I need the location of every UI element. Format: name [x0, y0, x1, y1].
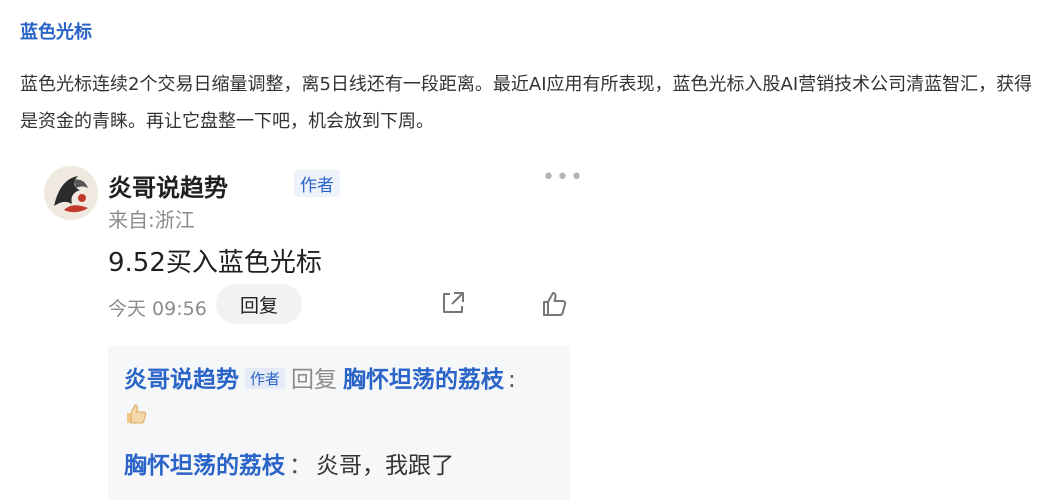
reply-user[interactable]: 胸怀坦荡的荔枝	[124, 453, 285, 479]
author-badge: 作者	[294, 170, 340, 197]
post-body: 蓝色光标连续2个交易日缩量调整，离5日线还有一段距离。最近AI应用有所表现，蓝色…	[20, 74, 1033, 132]
reply-text: 炎哥，我跟了	[316, 453, 454, 479]
reply-button[interactable]: 回复	[216, 284, 302, 324]
reply-list: 炎哥说趋势 作者 回复 胸怀坦荡的荔枝: 胸怀坦荡的荔枝：炎哥，我跟了	[108, 346, 570, 500]
reply-verb: 回复	[291, 367, 338, 393]
share-icon[interactable]	[440, 290, 466, 316]
reply-separator: ：	[289, 453, 312, 479]
more-dots-icon[interactable]: •••	[542, 167, 583, 189]
comment-time: 今天 09:56	[108, 298, 207, 320]
comment-text: 9.52买入蓝色光标	[108, 248, 322, 278]
post-page: 蓝色光标 蓝色光标连续2个交易日缩量调整，离5日线还有一段距离。最近AI应用有所…	[0, 0, 1053, 500]
reply-item: 炎哥说趋势 作者 回复 胸怀坦荡的荔枝:	[124, 360, 520, 394]
avatar[interactable]	[44, 166, 98, 220]
reply-user[interactable]: 炎哥说趋势	[124, 367, 239, 393]
reply-separator: :	[508, 367, 516, 393]
comment-author[interactable]: 炎哥说趋势	[108, 168, 228, 203]
reply-item: 胸怀坦荡的荔枝：炎哥，我跟了	[124, 446, 454, 480]
reply-author-badge: 作者	[245, 368, 286, 389]
thumbs-up-emoji-icon	[127, 404, 147, 424]
thumbs-up-icon[interactable]	[540, 290, 568, 318]
comment-location: 来自:浙江	[108, 208, 195, 232]
reply-target-user[interactable]: 胸怀坦荡的荔枝	[343, 367, 504, 393]
stock-name-link[interactable]: 蓝色光标	[20, 18, 92, 44]
